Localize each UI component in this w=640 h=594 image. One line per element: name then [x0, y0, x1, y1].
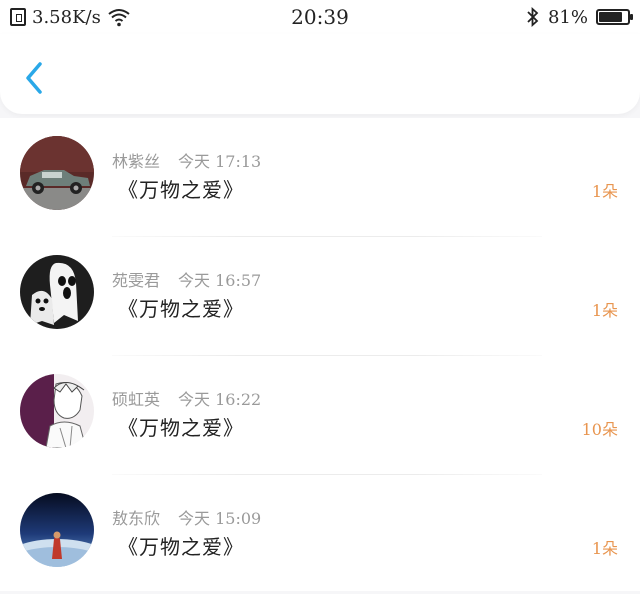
avatar[interactable]: [20, 374, 94, 448]
avatar[interactable]: [20, 136, 94, 210]
avatar[interactable]: [20, 493, 94, 567]
battery-icon: [596, 9, 633, 25]
work-title: 《万物之爱》: [118, 416, 244, 440]
sender-name: 敖东欣: [112, 509, 161, 528]
avatar[interactable]: [20, 255, 94, 329]
timestamp: 今天 17:13: [178, 152, 262, 171]
sender-name: 苑雯君: [112, 271, 161, 290]
battery-level: [599, 12, 622, 22]
work-title: 《万物之爱》: [118, 535, 244, 559]
flower-count: 1朵: [591, 182, 618, 201]
chevron-left-icon: [26, 62, 42, 94]
anime-sketch-avatar-icon: [20, 374, 94, 448]
battery-percent: 81%: [547, 6, 588, 28]
sender-name: 林紫丝: [112, 152, 161, 171]
vintage-car-avatar-icon: [20, 136, 94, 210]
gift-record-list: 林紫丝 今天 17:13 《万物之爱》 1朵 苑雯君 今天 16:57 《万物之…: [0, 118, 640, 591]
list-item[interactable]: 林紫丝 今天 17:13 《万物之爱》 1朵: [0, 118, 640, 237]
sender-name: 硕虹英: [112, 390, 161, 409]
nav-bar: [0, 34, 640, 114]
cartoon-ghost-avatar-icon: [20, 255, 94, 329]
timestamp: 今天 15:09: [178, 509, 262, 528]
work-title: 《万物之爱》: [118, 178, 244, 202]
timestamp: 今天 16:57: [178, 271, 262, 290]
earth-monk-avatar-icon: [20, 493, 94, 567]
flower-count: 1朵: [591, 301, 618, 320]
back-button[interactable]: [18, 58, 52, 98]
flower-count: 10朵: [581, 420, 618, 439]
work-title: 《万物之爱》: [118, 297, 244, 321]
bluetooth-icon: [527, 7, 539, 27]
timestamp: 今天 16:22: [178, 390, 262, 409]
status-bar: 3.58K/s 20:39 81%: [0, 0, 640, 34]
flower-count: 1朵: [591, 539, 618, 558]
list-item[interactable]: 敖东欣 今天 15:09 《万物之爱》 1朵: [0, 475, 640, 594]
list-item[interactable]: 苑雯君 今天 16:57 《万物之爱》 1朵: [0, 237, 640, 356]
list-item[interactable]: 硕虹英 今天 16:22 《万物之爱》 10朵: [0, 356, 640, 475]
